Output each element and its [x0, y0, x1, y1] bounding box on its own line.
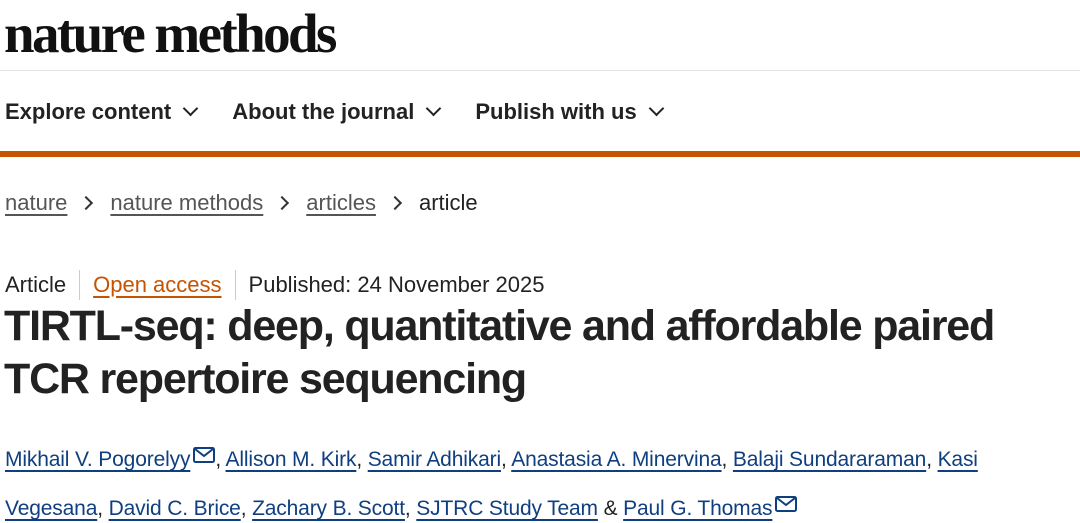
article-title: TIRTL-seq: deep, quantitative and afford…	[4, 302, 995, 403]
author-link[interactable]: Paul G. Thomas	[623, 497, 772, 520]
author-link[interactable]: Balaji Sundararaman	[733, 448, 926, 471]
breadcrumb-link-nature[interactable]: nature	[5, 186, 67, 220]
chevron-down-icon	[648, 100, 664, 117]
author-link[interactable]: Zachary B. Scott	[252, 497, 405, 520]
meta-divider	[234, 270, 236, 300]
author-link[interactable]: Samir Adhikari	[368, 448, 501, 471]
chevron-down-icon	[182, 100, 199, 117]
open-access-link[interactable]: Open access	[93, 268, 221, 302]
chevron-right-icon	[387, 195, 403, 211]
article-meta: Article Open access Published: 24 Novemb…	[5, 268, 545, 302]
author-link[interactable]: Mikhail V. Pogorelyy	[5, 448, 190, 471]
article-type: Article	[5, 272, 67, 297]
author-separator: ,	[97, 497, 103, 520]
breadcrumb: nature nature methods articles article	[5, 186, 478, 220]
mail-icon[interactable]	[775, 483, 798, 523]
nav-about-the-journal[interactable]: About the journal	[232, 95, 442, 129]
breadcrumb-current: article	[418, 190, 478, 215]
breadcrumb-link-nature-methods[interactable]: nature methods	[110, 186, 263, 220]
breadcrumb-link-articles[interactable]: articles	[306, 186, 376, 220]
author-separator: ,	[926, 448, 932, 471]
author-link[interactable]: Allison M. Kirk	[226, 448, 357, 471]
header-divider	[0, 70, 1080, 71]
journal-logo[interactable]: nature methods	[4, 2, 337, 66]
nav-label: About the journal	[232, 99, 415, 124]
meta-divider	[79, 270, 81, 300]
chevron-right-icon	[275, 195, 290, 211]
author-separator: ,	[215, 448, 222, 471]
published-date: Published: 24 November 2025	[248, 272, 545, 297]
author-separator: ,	[356, 448, 363, 471]
author-link[interactable]: Anastasia A. Minervina	[511, 448, 721, 471]
nav-explore-content[interactable]: Explore content	[5, 95, 199, 129]
author-link[interactable]: SJTRC Study Team	[416, 497, 598, 520]
author-separator: ,	[404, 497, 411, 520]
nav-publish-with-us[interactable]: Publish with us	[475, 95, 664, 129]
chevron-down-icon	[426, 100, 442, 117]
mail-icon[interactable]	[193, 434, 216, 480]
nav-accent-bar	[0, 151, 1080, 157]
author-separator: ,	[721, 448, 728, 471]
nav-label: Explore content	[5, 99, 172, 124]
main-nav: Explore content About the journal Publis…	[5, 95, 698, 129]
author-separator: ,	[240, 497, 247, 520]
author-ampersand: &	[603, 497, 618, 520]
nav-label: Publish with us	[475, 99, 637, 124]
author-list: Mikhail V. Pogorelyy, Allison M. Kirk, S…	[5, 434, 1077, 523]
page: nature methods Explore content About the…	[0, 0, 1080, 523]
author-link[interactable]: David C. Brice	[109, 497, 241, 520]
chevron-right-icon	[79, 195, 94, 211]
author-separator: ,	[501, 448, 507, 471]
